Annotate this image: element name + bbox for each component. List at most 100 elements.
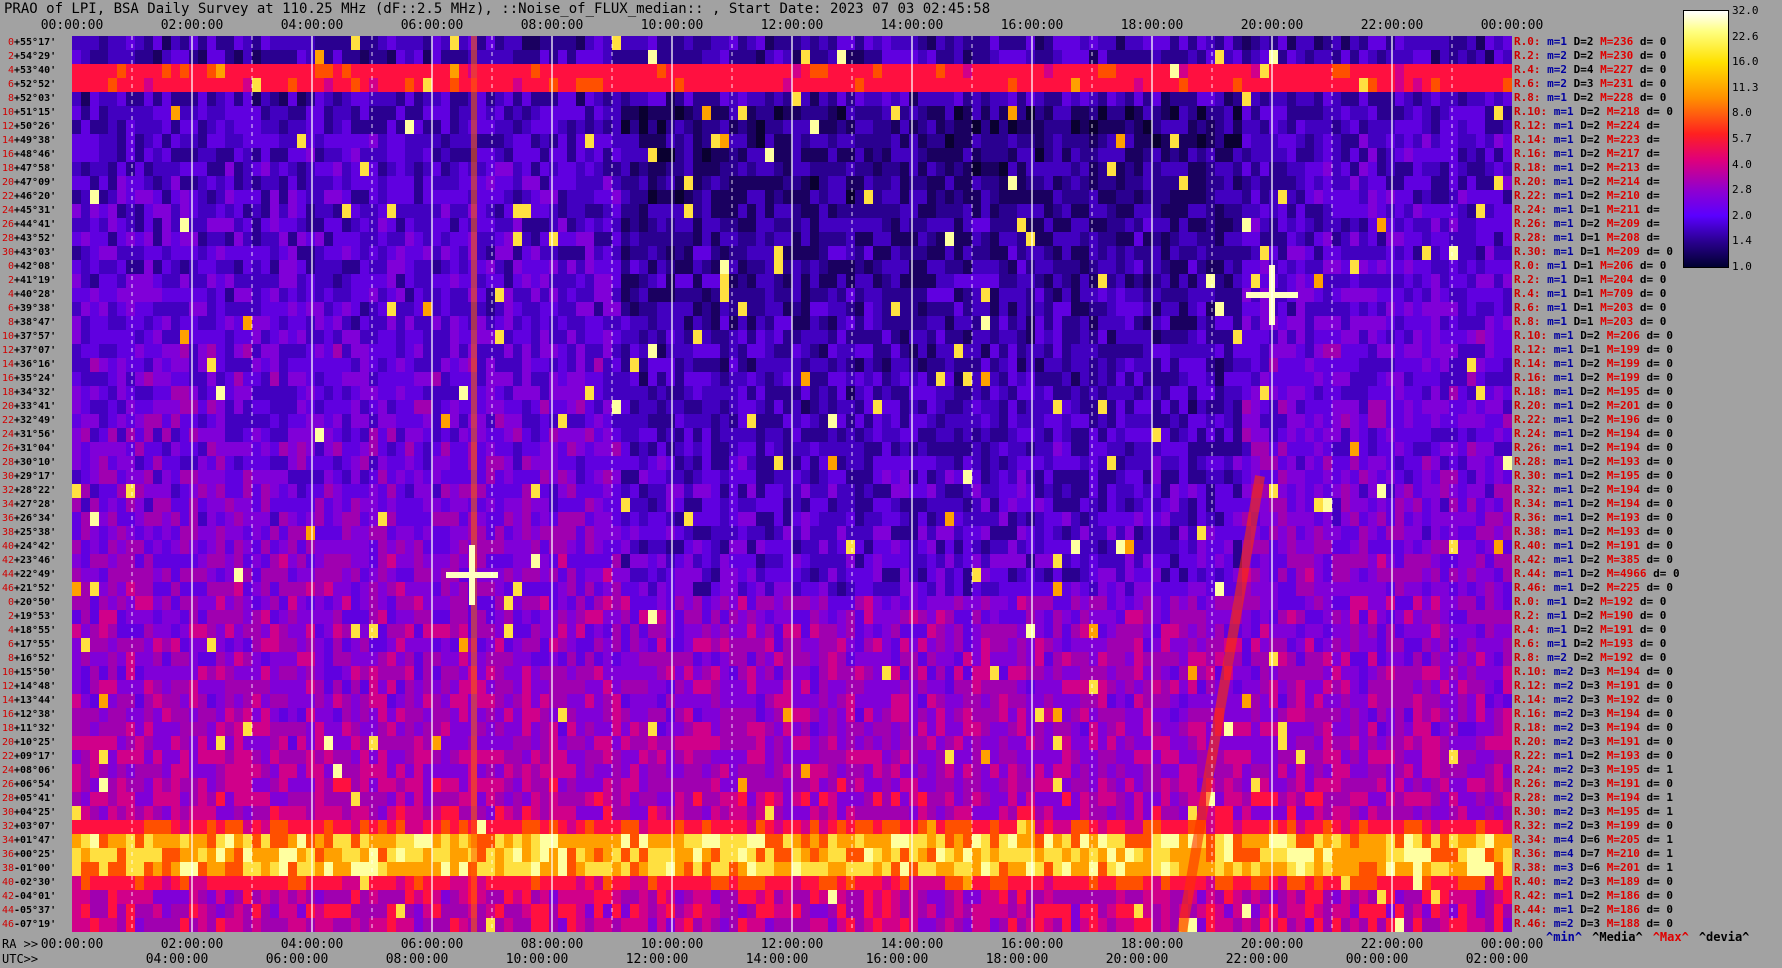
heatmap-cell — [576, 246, 586, 261]
heatmap-cell — [252, 288, 262, 303]
heatmap-cell — [189, 106, 199, 121]
heatmap-cell — [675, 232, 685, 247]
heatmap-cell — [1269, 92, 1279, 107]
heatmap-cell — [666, 288, 676, 303]
heatmap-cell — [990, 134, 1000, 149]
heatmap-cell — [1494, 344, 1504, 359]
heatmap-cell — [1368, 64, 1378, 79]
heatmap-cell — [504, 386, 514, 401]
heatmap-cell — [1350, 330, 1360, 345]
heatmap-cell — [315, 120, 325, 135]
heatmap-cell — [504, 372, 514, 387]
heatmap-cell — [1314, 232, 1324, 247]
heatmap-cell — [693, 190, 703, 205]
heatmap-cell — [783, 428, 793, 443]
heatmap-cell — [882, 204, 892, 219]
heatmap-cell — [450, 288, 460, 303]
heatmap-cell — [522, 106, 532, 121]
heatmap-cell — [1089, 330, 1099, 345]
heatmap-cell — [522, 302, 532, 317]
heatmap-cell — [810, 274, 820, 289]
heatmap-cell — [810, 148, 820, 163]
heatmap-cell — [1494, 330, 1504, 345]
heatmap-cell — [711, 36, 721, 51]
heatmap-cell — [729, 414, 739, 429]
heatmap-cell — [1332, 330, 1342, 345]
heatmap-cell — [225, 372, 235, 387]
heatmap-cell — [1170, 358, 1180, 373]
heatmap-cell — [1170, 120, 1180, 135]
heatmap-cell — [1035, 92, 1045, 107]
heatmap-cell — [1035, 134, 1045, 149]
heatmap-cell — [414, 246, 424, 261]
heatmap-cell — [1161, 204, 1171, 219]
heatmap-cell — [999, 232, 1009, 247]
heatmap-cell — [1143, 260, 1153, 275]
heatmap-cell — [1008, 218, 1018, 233]
heatmap-cell — [981, 274, 991, 289]
heatmap-cell — [783, 162, 793, 177]
heatmap-cell — [954, 232, 964, 247]
heatmap-cell — [738, 316, 748, 331]
heatmap-cell — [738, 120, 748, 135]
heatmap-cell — [1296, 232, 1306, 247]
heatmap-cell — [360, 190, 370, 205]
heatmap-cell — [1386, 442, 1396, 457]
heatmap-cell — [1341, 442, 1351, 457]
heatmap-cell — [540, 218, 550, 233]
heatmap-cell — [1026, 148, 1036, 163]
heatmap-cell — [459, 288, 469, 303]
heatmap-cell — [1341, 78, 1351, 93]
heatmap-cell — [1053, 78, 1063, 93]
heatmap-cell — [1179, 176, 1189, 191]
heatmap-cell — [270, 134, 280, 149]
heatmap-cell — [1116, 36, 1126, 51]
heatmap-cell — [1053, 148, 1063, 163]
heatmap-cell — [207, 344, 217, 359]
heatmap-cell — [945, 120, 955, 135]
heatmap-cell — [1404, 344, 1414, 359]
heatmap-cell — [1107, 190, 1117, 205]
heatmap-cell — [702, 218, 712, 233]
heatmap-cell — [324, 148, 334, 163]
heatmap-cell — [783, 232, 793, 247]
heatmap-cell — [855, 92, 865, 107]
heatmap-cell — [693, 218, 703, 233]
heatmap-cell — [1188, 372, 1198, 387]
heatmap-cell — [1125, 400, 1135, 415]
heatmap-cell — [720, 92, 730, 107]
heatmap-cell — [306, 274, 316, 289]
heatmap-cell — [1431, 386, 1441, 401]
heatmap-cell — [918, 218, 928, 233]
heatmap-cell — [477, 176, 487, 191]
heatmap-cell — [972, 358, 982, 373]
declination-value: +44°41' — [14, 219, 57, 230]
heatmap-cell — [1251, 218, 1261, 233]
heatmap-cell — [297, 344, 307, 359]
heatmap-cell — [1287, 120, 1297, 135]
heatmap-cell — [1089, 50, 1099, 65]
heatmap-cell — [1296, 442, 1306, 457]
heatmap-cell — [594, 106, 604, 121]
heatmap-cell — [594, 120, 604, 135]
heatmap-cell — [1053, 204, 1063, 219]
heatmap-cell — [657, 218, 667, 233]
heatmap-cell — [1386, 316, 1396, 331]
heatmap-cell — [1332, 120, 1342, 135]
heatmap-cell — [126, 330, 136, 345]
heatmap-cell — [1026, 232, 1036, 247]
heatmap-cell — [684, 106, 694, 121]
heatmap-cell — [495, 330, 505, 345]
heatmap-cell — [495, 246, 505, 261]
heatmap-cell — [189, 274, 199, 289]
heatmap-cell — [927, 274, 937, 289]
heatmap-cell — [333, 274, 343, 289]
heatmap-cell — [243, 92, 253, 107]
heatmap-cell — [1152, 344, 1162, 359]
heatmap-cell — [1350, 36, 1360, 51]
heatmap-cell — [117, 148, 127, 163]
heatmap-cell — [1395, 204, 1405, 219]
heatmap-cell — [1098, 344, 1108, 359]
heatmap-cell — [108, 386, 118, 401]
heatmap-cell — [396, 176, 406, 191]
